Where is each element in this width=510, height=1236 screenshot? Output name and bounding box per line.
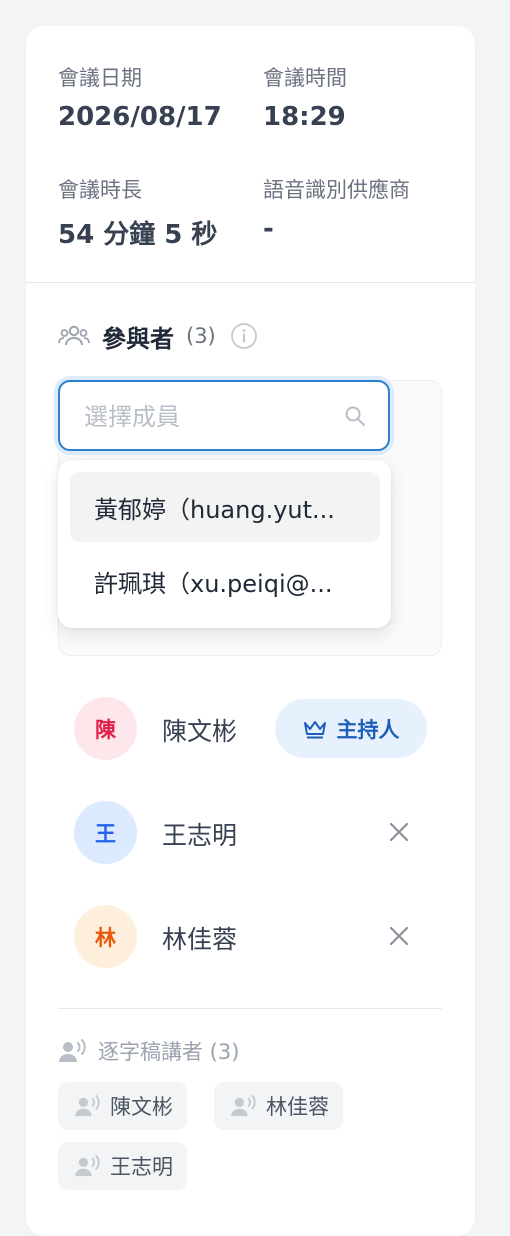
speaker-icon — [74, 1155, 102, 1177]
date-label: 會議日期 — [58, 66, 142, 90]
info-icon[interactable] — [230, 322, 258, 350]
time-value: 18:29 — [263, 102, 346, 132]
time-label: 會議時間 — [263, 66, 347, 90]
participant-name: 王志明 — [162, 821, 238, 850]
speakers-divider — [58, 1008, 442, 1009]
speakers-header: 逐字稿講者 (3) — [58, 1036, 239, 1066]
speaker-chip[interactable]: 王志明 — [58, 1142, 187, 1190]
section-divider — [26, 282, 475, 283]
speaker-chip-label: 王志明 — [110, 1155, 173, 1179]
speaker-chip[interactable]: 林佳蓉 — [214, 1082, 343, 1130]
participant-name: 林佳蓉 — [162, 925, 238, 954]
provider-label: 語音識別供應商 — [263, 178, 410, 202]
avatar: 陳 — [74, 697, 137, 760]
search-icon — [344, 405, 366, 431]
avatar: 王 — [74, 801, 137, 864]
speaker-icon — [74, 1095, 102, 1117]
participants-icon — [58, 325, 90, 347]
host-badge-label: 主持人 — [336, 717, 400, 742]
member-dropdown: 黃郁婷（huang.yut... 許珮琪（xu.peiqi@... — [58, 460, 391, 628]
remove-participant-button[interactable] — [384, 921, 414, 951]
duration-value: 54 分鐘 5 秒 — [58, 220, 218, 250]
speakers-title: 逐字稿講者 (3) — [98, 1040, 240, 1064]
speaker-chip-label: 陳文彬 — [110, 1095, 173, 1119]
participants-header: 參與者 (3) — [58, 320, 258, 353]
dropdown-option-label: 許珮琪（xu.peiqi@... — [94, 569, 333, 598]
provider-value: - — [263, 214, 274, 244]
dropdown-option-label: 黃郁婷（huang.yut... — [94, 495, 335, 524]
speaker-chip[interactable]: 陳文彬 — [58, 1082, 187, 1130]
speaker-icon — [58, 1039, 88, 1063]
participants-count: (3) — [186, 324, 216, 348]
remove-participant-button[interactable] — [384, 817, 414, 847]
participant-name: 陳文彬 — [162, 717, 238, 746]
speaker-icon — [230, 1095, 258, 1117]
member-select[interactable] — [58, 380, 390, 451]
host-badge: 主持人 — [275, 699, 427, 758]
avatar: 林 — [74, 905, 137, 968]
close-icon — [388, 821, 410, 843]
crown-icon — [303, 719, 327, 739]
participants-title: 參與者 — [102, 324, 174, 353]
close-icon — [388, 925, 410, 947]
dropdown-option[interactable]: 黃郁婷（huang.yut... — [70, 472, 380, 542]
dropdown-option[interactable]: 許珮琪（xu.peiqi@... — [70, 546, 380, 616]
date-value: 2026/08/17 — [58, 102, 222, 132]
speaker-chip-label: 林佳蓉 — [266, 1095, 329, 1119]
member-search-input[interactable] — [82, 382, 326, 451]
duration-label: 會議時長 — [58, 178, 142, 202]
